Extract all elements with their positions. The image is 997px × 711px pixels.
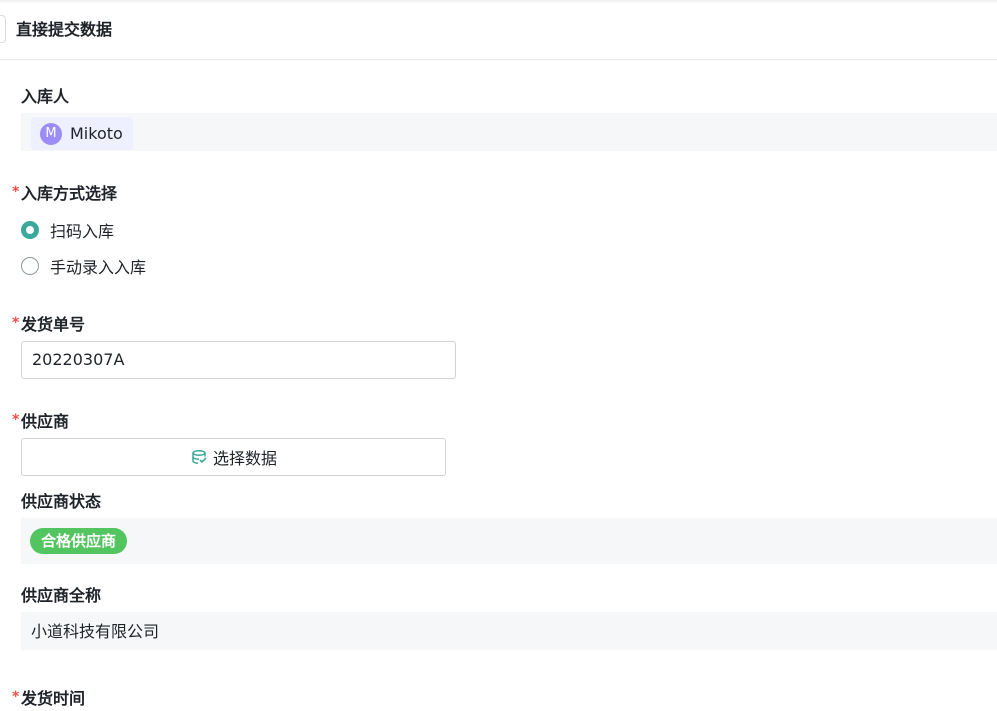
header-bar: 直接提交数据 — [0, 0, 997, 60]
method-label: 入库方式选择 — [21, 184, 118, 203]
avatar: M — [40, 122, 62, 145]
select-data-button[interactable]: 选择数据 — [21, 438, 446, 476]
page-title: 直接提交数据 — [16, 20, 113, 39]
required-mark: * — [12, 315, 20, 331]
supplier-fullname-field — [21, 612, 997, 650]
supplier-status-label: 供应商状态 — [21, 492, 102, 511]
user-chip: M Mikoto — [31, 117, 133, 150]
user-name: Mikoto — [70, 124, 123, 143]
required-mark: * — [12, 412, 20, 428]
supplier-label: 供应商 — [21, 412, 70, 431]
radio-option-manual[interactable]: 手动录入入库 — [21, 254, 146, 278]
shipment-no-label: 发货单号 — [21, 315, 86, 334]
radio-option-scan[interactable]: 扫码入库 — [21, 218, 114, 242]
supplier-fullname-label: 供应商全称 — [21, 586, 102, 605]
warehouser-field — [21, 113, 997, 151]
select-data-label: 选择数据 — [212, 449, 277, 468]
supplier-status-field — [21, 518, 997, 564]
ship-time-label: 发货时间 — [21, 689, 86, 708]
supplier-fullname-value: 小道科技有限公司 — [31, 622, 160, 641]
radio-label: 手动录入入库 — [50, 258, 147, 277]
header-shadow — [0, 0, 997, 4]
warehouser-label: 入库人 — [21, 87, 70, 106]
required-mark: * — [12, 184, 20, 200]
radio-label: 扫码入库 — [50, 222, 115, 241]
radio-unchecked-icon[interactable] — [21, 257, 39, 275]
shipment-no-input[interactable]: 20220307A — [21, 341, 456, 379]
radio-checked-icon[interactable] — [21, 221, 39, 239]
collapse-handle[interactable] — [0, 15, 6, 43]
status-badge: 合格供应商 — [30, 528, 128, 554]
database-select-icon — [190, 449, 207, 466]
required-mark: * — [12, 689, 20, 705]
